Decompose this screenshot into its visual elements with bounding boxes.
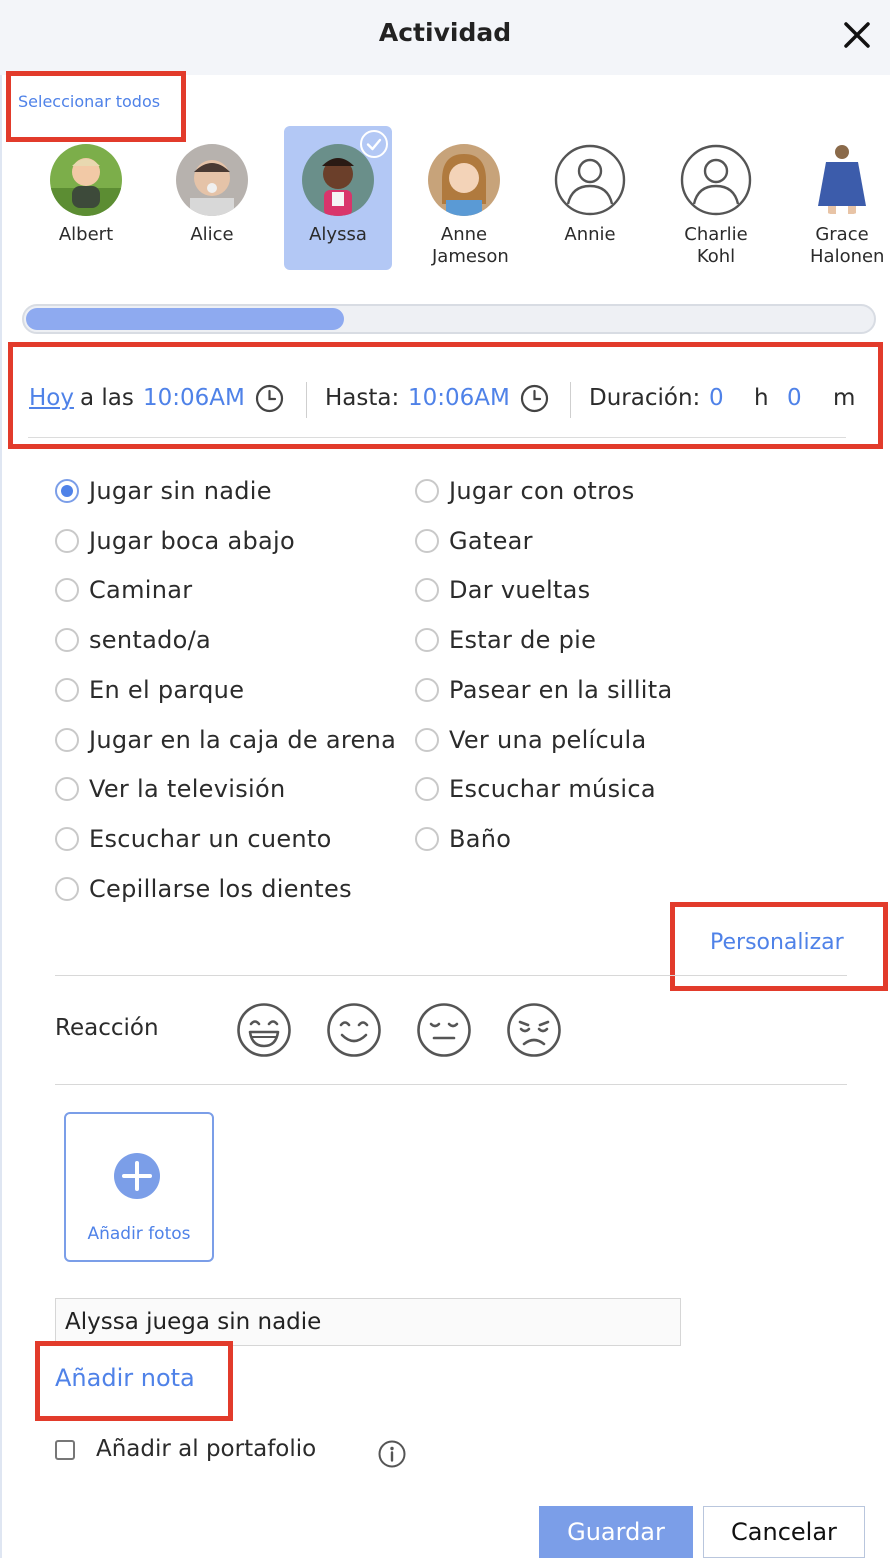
radio-circle[interactable] (415, 628, 439, 653)
scrollbar-thumb[interactable] (26, 308, 344, 330)
child-card[interactable]: Albert (32, 126, 140, 270)
divider (306, 382, 307, 418)
activity-label: Dar vueltas (449, 576, 591, 605)
smiling-face-icon[interactable] (326, 1002, 382, 1058)
activity-label: Escuchar un cuento (89, 824, 332, 853)
customize-link[interactable]: Personalizar (710, 930, 844, 955)
avatar (50, 144, 122, 216)
duration-hours[interactable]: 0 (709, 378, 724, 418)
radio-circle[interactable] (55, 528, 79, 553)
child-card[interactable]: Alyssa (284, 126, 392, 270)
select-all-link[interactable]: Seleccionar todos (18, 92, 160, 111)
portfolio-checkbox[interactable] (55, 1440, 75, 1460)
dialog-title: Actividad (378, 18, 512, 47)
checkmark-icon (360, 130, 388, 158)
activity-label: Cepillarse los dientes (89, 874, 352, 903)
divider (28, 437, 846, 438)
radio-circle[interactable] (415, 479, 439, 503)
start-time[interactable]: 10:06AM (143, 378, 245, 418)
avatar (176, 144, 248, 216)
at-label: a las (80, 385, 134, 411)
activity-label: En el parque (89, 675, 245, 704)
radio-circle[interactable] (55, 777, 79, 802)
reaction-label: Reacción (55, 1015, 159, 1041)
activity-label: Ver una película (449, 725, 647, 754)
child-card[interactable]: Grace Halonen (788, 126, 890, 270)
child-name: Albert (58, 224, 114, 245)
minutes-unit: m (833, 385, 856, 411)
radio-circle[interactable] (55, 677, 79, 702)
radio-circle[interactable] (415, 528, 439, 553)
radio-circle[interactable] (415, 727, 439, 752)
note-field[interactable]: Alyssa juega sin nadie (55, 1298, 681, 1346)
close-icon[interactable] (840, 18, 874, 52)
radio-circle[interactable] (415, 578, 439, 603)
radio-circle[interactable] (55, 578, 79, 603)
plus-circle-icon (114, 1153, 160, 1199)
duration-minutes[interactable]: 0 (787, 378, 802, 418)
hours-unit: h (754, 385, 769, 411)
activity-label: Baño (449, 824, 512, 853)
portfolio-label: Añadir al portafolio (96, 1436, 317, 1462)
child-card[interactable]: Alice (158, 126, 266, 270)
radio-circle[interactable] (55, 479, 79, 503)
divider (55, 1084, 847, 1085)
child-name: Alice (190, 224, 234, 245)
radio-circle[interactable] (55, 876, 79, 901)
child-name: Grace Halonen (810, 224, 885, 267)
activity-label: sentado/a (89, 626, 212, 655)
info-icon[interactable] (378, 1440, 406, 1468)
clock-icon[interactable] (520, 384, 549, 413)
child-card[interactable]: Charlie Kohl (662, 126, 770, 270)
dialog-header: Actividad (0, 0, 890, 75)
child-card[interactable]: Annie (536, 126, 644, 270)
until-label: Hasta: (325, 385, 400, 411)
person-placeholder-icon (680, 144, 752, 216)
radio-circle[interactable] (55, 727, 79, 752)
neutral-face-icon[interactable] (416, 1002, 472, 1058)
radio-circle[interactable] (415, 826, 439, 851)
child-name: Alyssa (309, 224, 367, 245)
clock-icon[interactable] (255, 384, 284, 413)
save-button[interactable]: Guardar (539, 1506, 693, 1558)
cancel-button[interactable]: Cancelar (703, 1506, 865, 1558)
activity-label: Escuchar música (449, 775, 656, 804)
divider (570, 382, 571, 418)
radio-circle[interactable] (55, 628, 79, 653)
grinning-face-icon[interactable] (236, 1002, 292, 1058)
activity-label: Jugar con otros (449, 477, 635, 505)
add-photos-button[interactable]: Añadir fotos (64, 1112, 214, 1262)
add-photos-label: Añadir fotos (87, 1224, 191, 1244)
activity-label: Caminar (89, 576, 193, 605)
activity-label: Jugar sin nadie (89, 477, 272, 505)
child-card[interactable]: Anne Jameson (410, 126, 518, 270)
activity-label: Pasear en la sillita (449, 675, 673, 704)
radio-circle[interactable] (55, 826, 79, 851)
left-border (0, 75, 2, 1558)
end-time[interactable]: 10:06AM (408, 378, 510, 418)
radio-circle[interactable] (415, 777, 439, 802)
day-link[interactable]: Hoy (29, 378, 74, 418)
person-placeholder-icon (554, 144, 626, 216)
divider (55, 975, 847, 976)
child-name: Anne Jameson (432, 224, 509, 267)
add-note-link[interactable]: Añadir nota (55, 1364, 195, 1392)
activity-label: Jugar en la caja de arena (89, 725, 397, 754)
activity-label: Estar de pie (449, 626, 597, 655)
avatar (428, 144, 500, 216)
activity-label: Ver la televisión (89, 775, 286, 804)
activity-label: Jugar boca abajo (89, 526, 295, 555)
horizontal-scrollbar[interactable] (22, 304, 876, 334)
child-name: Annie (564, 224, 616, 245)
radio-circle[interactable] (415, 677, 439, 702)
duration-label: Duración: (589, 385, 701, 411)
child-name: Charlie Kohl (684, 224, 748, 267)
avatar (806, 144, 878, 216)
sad-face-icon[interactable] (506, 1002, 562, 1058)
activity-label: Gatear (449, 526, 533, 555)
